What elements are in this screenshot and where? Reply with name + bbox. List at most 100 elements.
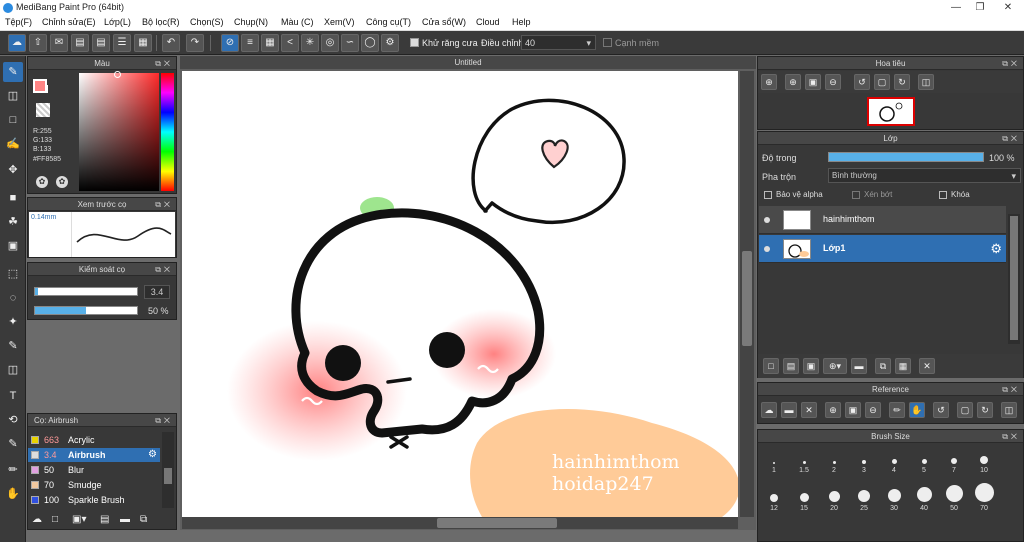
layer-row-selected[interactable]: Lớp1 ⚙ — [759, 235, 1006, 263]
brush-size-preset[interactable]: 3 — [853, 444, 875, 484]
brush-size-preset[interactable]: 5 — [913, 444, 935, 484]
menu-tools[interactable]: Công cụ(T) — [366, 17, 411, 27]
cross-snap-icon[interactable]: ▦ — [261, 34, 279, 52]
grid-icon[interactable]: ▦ — [134, 34, 152, 52]
panel-buttons[interactable]: ⧉✕ — [1002, 57, 1020, 70]
snap-settings-icon[interactable]: ⚙ — [381, 34, 399, 52]
bucket-tool-icon[interactable]: ☘ — [3, 212, 23, 232]
circle-snap-icon[interactable]: ◎ — [321, 34, 339, 52]
hand-icon[interactable]: ✋ — [909, 402, 925, 418]
color-saturation-picker[interactable] — [79, 73, 159, 191]
folder-icon[interactable]: ▬ — [120, 514, 134, 528]
panel-buttons[interactable]: ⧉✕ — [1002, 430, 1020, 443]
operation-tool-icon[interactable]: ⟲ — [3, 410, 23, 430]
cloud-icon[interactable]: ☁ — [8, 34, 26, 52]
ellipse-snap-icon[interactable]: ◯ — [361, 34, 379, 52]
minimize-button[interactable]: — — [944, 1, 968, 14]
flip-icon[interactable]: ◫ — [1001, 402, 1017, 418]
brush-item[interactable]: 663 Acrylic — [28, 433, 160, 447]
rotate-left-icon[interactable]: ↺ — [933, 402, 949, 418]
layer-opacity-slider[interactable] — [828, 152, 984, 162]
new-layer-icon[interactable]: □ — [763, 358, 779, 374]
open-folder-icon[interactable]: ▬ — [781, 402, 797, 418]
brush-size-preset[interactable]: 1 — [763, 444, 785, 484]
panel-buttons[interactable]: ⧉✕ — [1002, 132, 1020, 145]
menu-color[interactable]: Màu (C) — [281, 17, 314, 27]
maximize-button[interactable]: ❐ — [968, 1, 992, 14]
foreground-color-swatch[interactable] — [33, 79, 47, 93]
cloud-icon[interactable]: ☁ — [761, 402, 777, 418]
new-halftone-layer-icon[interactable]: ▤ — [783, 358, 799, 374]
brush-item[interactable]: 50 Blur — [28, 463, 160, 477]
vanish-snap-icon[interactable]: < — [281, 34, 299, 52]
undo-icon[interactable]: ↶ — [162, 34, 180, 52]
rectangle-tool-icon[interactable]: □ — [3, 110, 23, 130]
menu-cloud[interactable]: Cloud — [476, 17, 500, 27]
duplicate-layer-icon[interactable]: ⧉ — [875, 358, 891, 374]
brush-opacity-slider[interactable] — [34, 306, 138, 315]
menu-layer[interactable]: Lớp(L) — [104, 17, 131, 27]
dropper-tool-icon[interactable]: ✎ — [3, 434, 23, 454]
eyedropper-icon[interactable]: ✏ — [889, 402, 905, 418]
add-layer-menu-icon[interactable]: ⊕▾ — [823, 358, 847, 374]
zoom-in-icon[interactable]: ⊕ — [761, 74, 777, 90]
panel-buttons[interactable]: ⧉✕ — [155, 414, 173, 427]
panel-buttons[interactable]: ⧉✕ — [155, 198, 173, 211]
share-icon[interactable]: ⇧ — [29, 34, 47, 52]
book-icon[interactable]: ▤ — [71, 34, 89, 52]
layer-list-scrollbar[interactable] — [1008, 214, 1020, 344]
palette-add-icon[interactable]: ✿ — [56, 176, 68, 188]
parallel-snap-icon[interactable]: ≡ — [241, 34, 259, 52]
merge-layer-icon[interactable]: ▦ — [895, 358, 911, 374]
rotate-right-icon[interactable]: ↻ — [894, 74, 910, 90]
brush-size-preset[interactable]: 7 — [943, 444, 965, 484]
menu-view[interactable]: Xem(V) — [324, 17, 355, 27]
menu-file[interactable]: Tệp(F) — [5, 17, 32, 27]
rotate-left-icon[interactable]: ↺ — [854, 74, 870, 90]
brush-size-preset[interactable]: 1.5 — [793, 444, 815, 484]
gear-icon[interactable]: ⚙ — [148, 449, 157, 460]
brush-list-scrollbar[interactable] — [162, 432, 174, 508]
horizontal-scrollbar[interactable] — [182, 517, 738, 529]
smooth-checkbox[interactable] — [603, 38, 612, 47]
select-eraser-tool-icon[interactable]: ◫ — [3, 360, 23, 380]
fill-rect-tool-icon[interactable]: ■ — [3, 188, 23, 208]
brush-size-preset[interactable]: 2 — [823, 444, 845, 484]
duplicate-brush-icon[interactable]: ⧉ — [140, 514, 154, 528]
brush-item-selected[interactable]: 3.4 Airbrush ⚙ — [28, 448, 160, 462]
edit-brush-icon[interactable]: ▤ — [100, 514, 114, 528]
brush-item[interactable]: 100 Sparkle Brush — [28, 493, 160, 507]
brush-size-preset[interactable]: 30 — [883, 482, 905, 522]
redo-icon[interactable]: ↷ — [186, 34, 204, 52]
zoom-out-icon[interactable]: ⊖ — [865, 402, 881, 418]
panel-buttons[interactable]: ⧉✕ — [155, 263, 173, 276]
transparent-swatch[interactable] — [36, 103, 50, 117]
close-button[interactable]: ✕ — [996, 1, 1020, 14]
gear-icon[interactable]: ⚙ — [990, 241, 1002, 257]
menu-select[interactable]: Chọn(S) — [190, 17, 224, 27]
navigator-thumbnail[interactable] — [867, 97, 915, 126]
flip-icon[interactable]: ◫ — [918, 74, 934, 90]
brush-size-preset[interactable]: 4 — [883, 444, 905, 484]
brush-item[interactable]: 70 Smudge — [28, 478, 160, 492]
brush-tool-icon[interactable]: ✎ — [3, 62, 23, 82]
adjust-select[interactable]: 40 ▾ — [521, 35, 596, 50]
page-icon[interactable]: ▤ — [92, 34, 110, 52]
list-icon[interactable]: ☰ — [113, 34, 131, 52]
radial-snap-icon[interactable]: ✳ — [301, 34, 319, 52]
magic-wand-tool-icon[interactable]: ✦ — [3, 312, 23, 332]
move-tool-icon[interactable]: ✥ — [3, 160, 23, 180]
brush-size-preset[interactable]: 40 — [913, 482, 935, 522]
brush-size-preset[interactable]: 20 — [823, 482, 845, 522]
visibility-toggle-icon[interactable] — [764, 246, 770, 252]
no-snap-icon[interactable]: ⊘ — [221, 34, 239, 52]
brush-size-preset[interactable]: 50 — [943, 482, 965, 522]
panel-buttons[interactable]: ⧉✕ — [1002, 383, 1020, 396]
brush-size-preset[interactable]: 15 — [793, 482, 815, 522]
select-pen-tool-icon[interactable]: ✎ — [3, 336, 23, 356]
menu-edit[interactable]: Chỉnh sửa(E) — [42, 17, 96, 27]
zoom-out-icon[interactable]: ⊖ — [825, 74, 841, 90]
blend-mode-select[interactable]: Bình thường ▾ — [828, 168, 1021, 183]
zoom-in-icon[interactable]: ⊕ — [825, 402, 841, 418]
folder-icon[interactable]: ▬ — [851, 358, 867, 374]
